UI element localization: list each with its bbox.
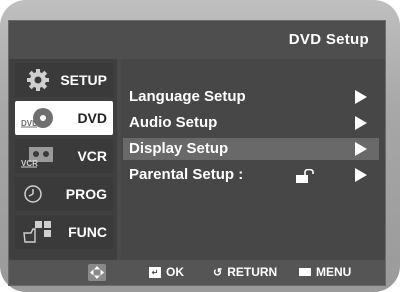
footer-bar: ↵ OK ↺ RETURN MENU [9, 260, 385, 285]
page-title: DVD Setup [288, 31, 369, 48]
sidebar: SETUP DVD DVD VCR VCR PROG FUNC [9, 59, 117, 260]
menu-hint: MENU [299, 265, 351, 279]
vcr-cassette-icon: VCR [21, 147, 53, 168]
menu-label: MENU [316, 265, 352, 279]
menu-item-label: Display Setup [129, 140, 229, 157]
clock-icon [24, 185, 42, 203]
sidebar-item-func[interactable]: FUNC [15, 215, 113, 249]
ok-label: OK [166, 265, 184, 279]
unlocked-padlock-icon [296, 169, 314, 183]
header-bar: DVD Setup [9, 21, 385, 59]
arrow-right-icon [355, 90, 367, 104]
arrow-right-icon [355, 142, 367, 156]
gear-icon [27, 69, 49, 91]
sidebar-item-label: SETUP [60, 72, 107, 88]
return-hint: ↺ RETURN [213, 265, 277, 279]
return-label: RETURN [227, 265, 278, 279]
menu-item-display-setup[interactable]: Display Setup [123, 138, 379, 160]
arrow-right-icon [355, 168, 367, 182]
ok-hint: ↵ OK [149, 265, 184, 279]
menu-item-parental-setup[interactable]: Parental Setup : [123, 164, 379, 186]
menu-list: Language Setup Audio Setup Display Setup… [121, 59, 385, 260]
dpad-icon [88, 264, 106, 281]
sidebar-item-prog[interactable]: PROG [15, 177, 113, 211]
arrow-right-icon [355, 116, 367, 130]
sidebar-item-label: PROG [65, 186, 107, 202]
menu-item-audio-setup[interactable]: Audio Setup [123, 112, 379, 134]
dvd-disc-icon: DVD [21, 108, 53, 128]
menu-key-icon [299, 268, 311, 276]
sidebar-item-label: DVD [77, 110, 107, 126]
enter-key-icon: ↵ [149, 266, 161, 278]
menu-item-label: Audio Setup [129, 114, 218, 131]
return-arrow-icon: ↺ [213, 266, 223, 279]
sidebar-item-label: FUNC [68, 224, 107, 240]
osd-screen: DVD Setup SETUP DVD DVD VCR VCR PROG FUN… [8, 20, 386, 286]
sidebar-item-vcr[interactable]: VCR VCR [15, 139, 113, 173]
sidebar-item-setup[interactable]: SETUP [15, 63, 113, 97]
sidebar-item-label: VCR [77, 148, 107, 164]
menu-item-label: Parental Setup : [129, 166, 244, 183]
sidebar-item-dvd[interactable]: DVD DVD [15, 101, 113, 135]
menu-item-language-setup[interactable]: Language Setup [123, 86, 379, 108]
func-hand-icon [23, 221, 51, 243]
menu-item-label: Language Setup [129, 88, 246, 105]
